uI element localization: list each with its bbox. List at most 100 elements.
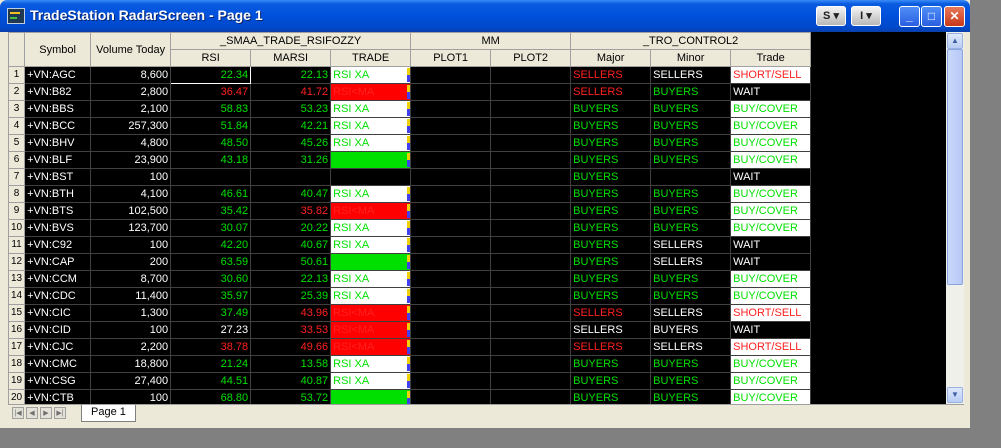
plot1-cell[interactable] <box>410 355 492 373</box>
volume-cell[interactable]: 100 <box>90 389 172 404</box>
symbol-cell[interactable]: +VN:BTS <box>24 202 92 220</box>
symbol-cell[interactable]: +VN:CJC <box>24 338 92 356</box>
volume-cell[interactable]: 18,800 <box>90 355 172 373</box>
col-header-trade[interactable]: TRADE <box>330 49 412 67</box>
symbol-cell[interactable]: +VN:CID <box>24 321 92 339</box>
corner-cell[interactable] <box>8 32 26 67</box>
plot2-cell[interactable] <box>490 287 572 305</box>
marsi-cell[interactable]: 40.87 <box>250 372 332 390</box>
table-row[interactable]: 5 +VN:BHV 4,800 48.50 45.26 RSI XA BUYERS BUYER… <box>8 134 812 152</box>
major-cell[interactable]: BUYERS <box>570 185 652 203</box>
trade-cell[interactable]: RSI<MA <box>330 338 412 356</box>
marsi-cell[interactable]: 43.96 <box>250 304 332 322</box>
row-number[interactable]: 10 <box>8 219 26 237</box>
row-number[interactable]: 17 <box>8 338 26 356</box>
volume-cell[interactable]: 11,400 <box>90 287 172 305</box>
marsi-cell[interactable]: 45.26 <box>250 134 332 152</box>
table-row[interactable]: 11 +VN:C92 100 42.20 40.67 RSI XA BUYERS SELLER… <box>8 236 812 254</box>
minor-cell[interactable]: BUYERS <box>650 389 732 404</box>
prev-page-icon[interactable]: ◀ <box>26 407 38 419</box>
row-number[interactable]: 1 <box>8 66 26 84</box>
volume-cell[interactable]: 2,200 <box>90 338 172 356</box>
marsi-cell[interactable]: 40.47 <box>250 185 332 203</box>
trade-signal-cell[interactable]: BUY/COVER <box>730 372 812 390</box>
volume-cell[interactable]: 2,100 <box>90 100 172 118</box>
plot1-cell[interactable] <box>410 168 492 186</box>
minor-cell[interactable]: BUYERS <box>650 151 732 169</box>
s-toolbar-button[interactable]: S ▾ <box>816 6 846 26</box>
trade-cell[interactable]: RSI<MA <box>330 321 412 339</box>
rsi-cell[interactable]: 30.07 <box>170 219 252 237</box>
table-row[interactable]: 8 +VN:BTH 4,100 46.61 40.47 RSI XA BUYERS BUYER… <box>8 185 812 203</box>
rsi-cell[interactable]: 35.97 <box>170 287 252 305</box>
row-number[interactable]: 14 <box>8 287 26 305</box>
plot1-cell[interactable] <box>410 389 492 404</box>
row-number[interactable]: 11 <box>8 236 26 254</box>
trade-signal-cell[interactable]: BUY/COVER <box>730 100 812 118</box>
row-number[interactable]: 7 <box>8 168 26 186</box>
marsi-cell[interactable]: 22.13 <box>250 66 332 84</box>
minor-cell[interactable]: BUYERS <box>650 134 732 152</box>
row-number[interactable]: 6 <box>8 151 26 169</box>
rsi-cell[interactable]: 35.42 <box>170 202 252 220</box>
plot2-cell[interactable] <box>490 253 572 271</box>
plot2-cell[interactable] <box>490 321 572 339</box>
col-header-minor[interactable]: Minor <box>650 49 732 67</box>
symbol-cell[interactable]: +VN:AGC <box>24 66 92 84</box>
minor-cell[interactable]: BUYERS <box>650 321 732 339</box>
trade-cell[interactable]: RSI>MA <box>330 253 412 271</box>
col-header-plot1[interactable]: PLOT1 <box>410 49 492 67</box>
plot1-cell[interactable] <box>410 185 492 203</box>
trade-cell[interactable]: RSI XA <box>330 117 412 135</box>
major-cell[interactable]: BUYERS <box>570 287 652 305</box>
plot1-cell[interactable] <box>410 202 492 220</box>
trade-cell[interactable]: RSI>MA <box>330 389 412 404</box>
plot2-cell[interactable] <box>490 66 572 84</box>
plot2-cell[interactable] <box>490 389 572 404</box>
col-header-rsi[interactable]: RSI <box>170 49 252 67</box>
rsi-cell[interactable]: 51.84 <box>170 117 252 135</box>
major-cell[interactable]: SELLERS <box>570 338 652 356</box>
trade-cell[interactable]: RSI<MA <box>330 304 412 322</box>
marsi-cell[interactable]: 20.22 <box>250 219 332 237</box>
col-header-trade-signal[interactable]: Trade <box>730 49 812 67</box>
trade-cell[interactable]: RSI XA <box>330 372 412 390</box>
symbol-cell[interactable]: +VN:CCM <box>24 270 92 288</box>
rsi-cell[interactable]: 58.83 <box>170 100 252 118</box>
volume-cell[interactable]: 2,800 <box>90 83 172 101</box>
table-row[interactable]: 14 +VN:CDC 11,400 35.97 25.39 RSI XA BUYERS BUY… <box>8 287 812 305</box>
rsi-cell[interactable]: 37.49 <box>170 304 252 322</box>
plot1-cell[interactable] <box>410 117 492 135</box>
minimize-button[interactable]: _ <box>899 6 920 27</box>
volume-cell[interactable]: 23,900 <box>90 151 172 169</box>
table-row[interactable]: 2 +VN:B82 2,800 36.47 41.72 RSI<MA SELLERS BUYE… <box>8 83 812 101</box>
major-cell[interactable]: BUYERS <box>570 202 652 220</box>
symbol-cell[interactable]: +VN:CDC <box>24 287 92 305</box>
minor-cell[interactable]: BUYERS <box>650 355 732 373</box>
rsi-cell[interactable]: 48.50 <box>170 134 252 152</box>
trade-signal-cell[interactable]: BUY/COVER <box>730 151 812 169</box>
row-number[interactable]: 4 <box>8 117 26 135</box>
trade-cell[interactable]: RSI XA <box>330 185 412 203</box>
minor-cell[interactable]: BUYERS <box>650 219 732 237</box>
tab-page-1[interactable]: Page 1 <box>81 405 136 422</box>
close-button[interactable]: ✕ <box>944 6 965 27</box>
volume-cell[interactable]: 100 <box>90 236 172 254</box>
plot1-cell[interactable] <box>410 304 492 322</box>
trade-cell[interactable]: RSI XA <box>330 270 412 288</box>
trade-signal-cell[interactable]: SHORT/SELL <box>730 304 812 322</box>
row-number[interactable]: 16 <box>8 321 26 339</box>
major-cell[interactable]: BUYERS <box>570 270 652 288</box>
symbol-cell[interactable]: +VN:BVS <box>24 219 92 237</box>
major-cell[interactable]: SELLERS <box>570 83 652 101</box>
table-row[interactable]: 19 +VN:CSG 27,400 44.51 40.87 RSI XA BUYERS BUY… <box>8 372 812 390</box>
symbol-cell[interactable]: +VN:CMC <box>24 355 92 373</box>
major-cell[interactable]: BUYERS <box>570 151 652 169</box>
row-number[interactable]: 9 <box>8 202 26 220</box>
plot1-cell[interactable] <box>410 270 492 288</box>
rsi-cell[interactable]: 43.18 <box>170 151 252 169</box>
next-page-icon[interactable]: ▶ <box>40 407 52 419</box>
row-number[interactable]: 19 <box>8 372 26 390</box>
row-number[interactable]: 15 <box>8 304 26 322</box>
trade-cell[interactable]: RSI XA <box>330 355 412 373</box>
